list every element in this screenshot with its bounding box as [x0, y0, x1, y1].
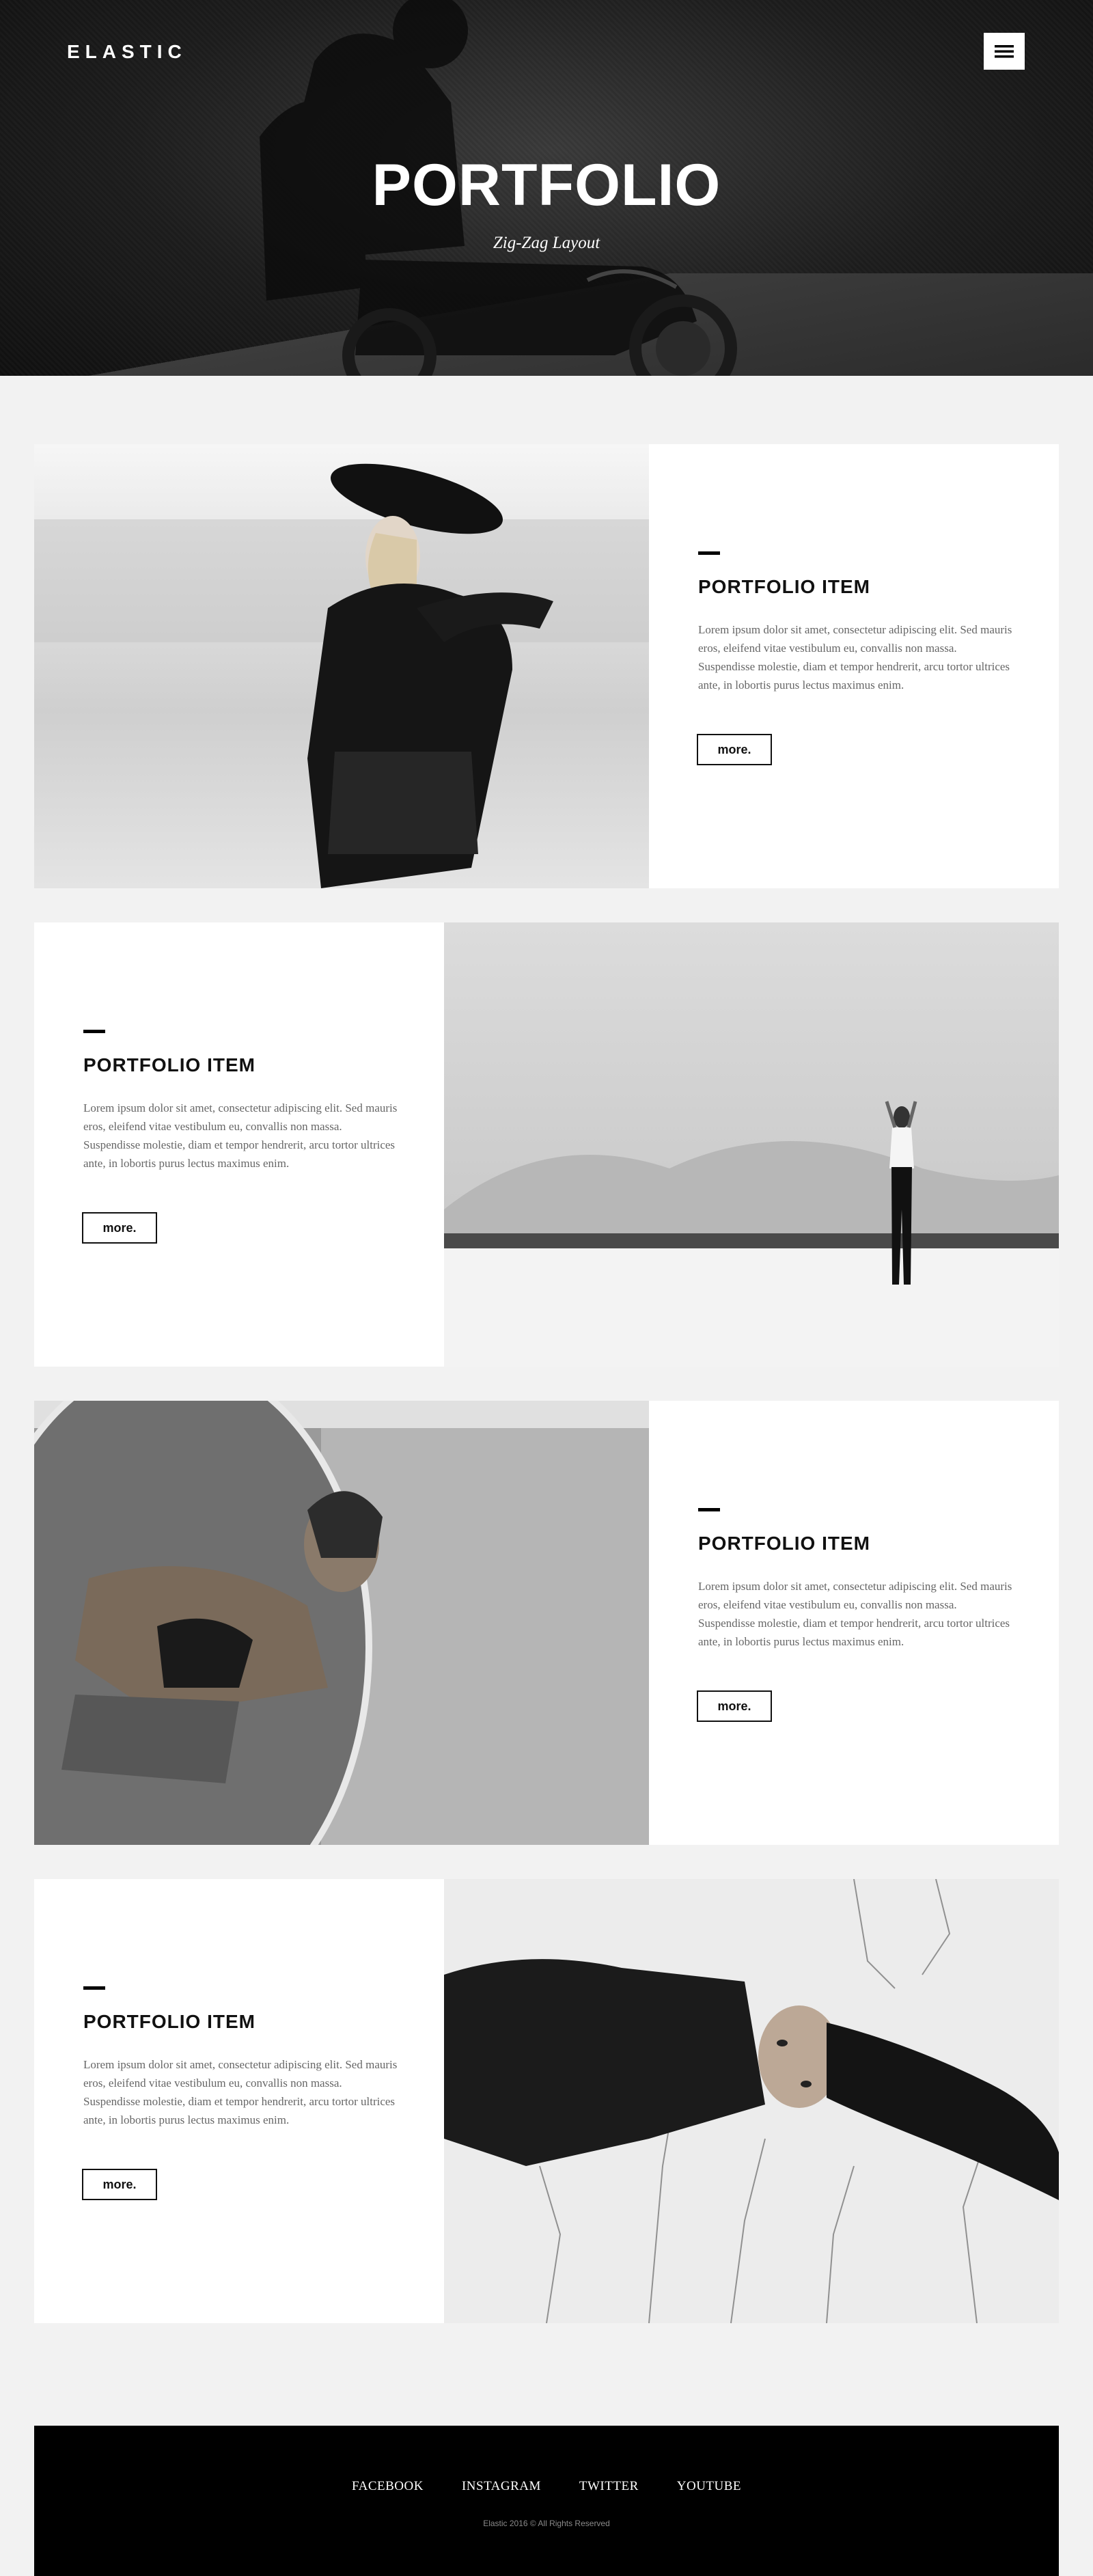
more-button[interactable]: more. [697, 734, 772, 765]
portfolio-image-snow-field[interactable] [444, 922, 1059, 1367]
instagram-link[interactable]: INSTAGRAM [462, 2479, 541, 2494]
portfolio-item-title: PORTFOLIO ITEM [83, 2011, 255, 2032]
twitter-link[interactable]: TWITTER [579, 2479, 639, 2494]
hamburger-menu-icon [995, 45, 1014, 58]
youtube-link[interactable]: YOUTUBE [677, 2479, 741, 2494]
site-footer: FACEBOOK INSTAGRAM TWITTER YOUTUBE Elast… [34, 2426, 1059, 2576]
portfolio-text: PORTFOLIO ITEM Lorem ipsum dolor sit ame… [34, 922, 444, 1367]
facebook-link[interactable]: FACEBOOK [352, 2479, 424, 2494]
portfolio-item-description: Lorem ipsum dolor sit amet, consectetur … [83, 1101, 398, 1170]
hero-header: ELASTIC PORTFOLIO Zig-Zag Layout [0, 0, 1093, 376]
page-subtitle: Zig-Zag Layout [493, 234, 600, 252]
more-button[interactable]: more. [697, 1690, 772, 1722]
portfolio-item-title: PORTFOLIO ITEM [698, 576, 870, 597]
more-button[interactable]: more. [82, 1212, 157, 1244]
more-button[interactable]: more. [82, 2169, 157, 2200]
portfolio-item-description: Lorem ipsum dolor sit amet, consectetur … [698, 623, 1012, 691]
portfolio-item: PORTFOLIO ITEM Lorem ipsum dolor sit ame… [34, 922, 1059, 1367]
menu-button[interactable] [984, 33, 1025, 70]
social-links: FACEBOOK INSTAGRAM TWITTER YOUTUBE [34, 2479, 1059, 2494]
portfolio-item: PORTFOLIO ITEM Lorem ipsum dolor sit ame… [34, 444, 1059, 888]
portfolio-item: PORTFOLIO ITEM Lorem ipsum dolor sit ame… [34, 1401, 1059, 1845]
title-accent-dash [698, 1508, 720, 1511]
title-accent-dash [83, 1986, 105, 1990]
title-accent-dash [83, 1030, 105, 1033]
portfolio-item-title: PORTFOLIO ITEM [698, 1533, 870, 1554]
title-accent-dash [698, 551, 720, 555]
portfolio-item-title: PORTFOLIO ITEM [83, 1054, 255, 1075]
portfolio-item-description: Lorem ipsum dolor sit amet, consectetur … [698, 1580, 1012, 1648]
site-logo[interactable]: ELASTIC [67, 41, 187, 63]
copyright-text: Elastic 2016 © All Rights Reserved [483, 2519, 610, 2528]
portfolio-text: PORTFOLIO ITEM Lorem ipsum dolor sit ame… [649, 444, 1059, 888]
portfolio-image-snow-lying-woman[interactable] [444, 1879, 1059, 2323]
portfolio-image-window-woman[interactable] [34, 1401, 649, 1845]
portfolio-image-hat-woman[interactable] [34, 444, 649, 888]
portfolio-item: PORTFOLIO ITEM Lorem ipsum dolor sit ame… [34, 1879, 1059, 2323]
portfolio-item-description: Lorem ipsum dolor sit amet, consectetur … [83, 2058, 398, 2126]
page-title: PORTFOLIO [372, 152, 721, 218]
portfolio-text: PORTFOLIO ITEM Lorem ipsum dolor sit ame… [649, 1401, 1059, 1845]
portfolio-text: PORTFOLIO ITEM Lorem ipsum dolor sit ame… [34, 1879, 444, 2323]
